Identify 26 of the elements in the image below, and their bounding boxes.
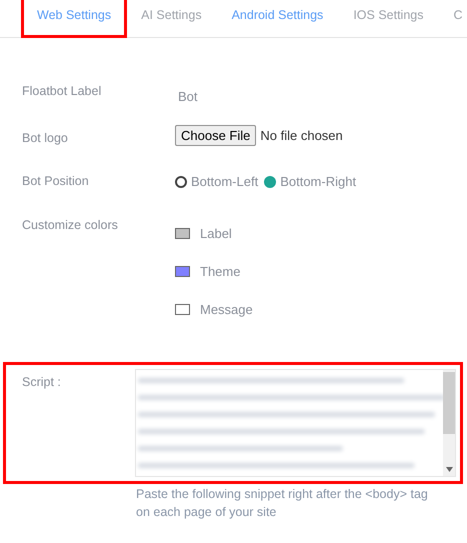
radio-label: Bottom-Right	[280, 174, 356, 189]
help-text: Paste the following snippet right after the <body> tag on each page of your site	[135, 486, 429, 521]
field-label: Script :	[22, 374, 62, 391]
color-label: Message	[200, 302, 253, 317]
color-swatch[interactable]	[175, 228, 190, 239]
radio-button[interactable]	[264, 176, 276, 188]
field-label: Floatbot Label	[22, 84, 102, 98]
radio-button[interactable]	[175, 176, 187, 188]
scrollbar[interactable]	[443, 370, 455, 476]
tab[interactable]: Android Settings	[216, 0, 338, 37]
color-swatch[interactable]	[175, 266, 190, 277]
tab[interactable]: Web Settings	[22, 0, 126, 37]
field-label: Bot Position	[22, 174, 90, 188]
file-status: No file chosen	[260, 128, 343, 143]
tab[interactable]: IOS Settings	[338, 0, 438, 37]
field-label: Bot logo	[22, 131, 69, 145]
choose-file-button[interactable]: Choose File	[175, 125, 256, 146]
field-value: Bot	[177, 88, 199, 104]
tab[interactable]: C	[438, 0, 467, 37]
field-label: Customize colors	[22, 218, 119, 232]
tab[interactable]: AI Settings	[126, 0, 217, 37]
scroll-down-icon[interactable]	[446, 467, 452, 472]
color-label: Label	[200, 226, 232, 241]
color-swatch[interactable]	[175, 304, 190, 315]
color-label: Theme	[200, 264, 240, 279]
radio-label: Bottom-Left	[191, 174, 258, 189]
